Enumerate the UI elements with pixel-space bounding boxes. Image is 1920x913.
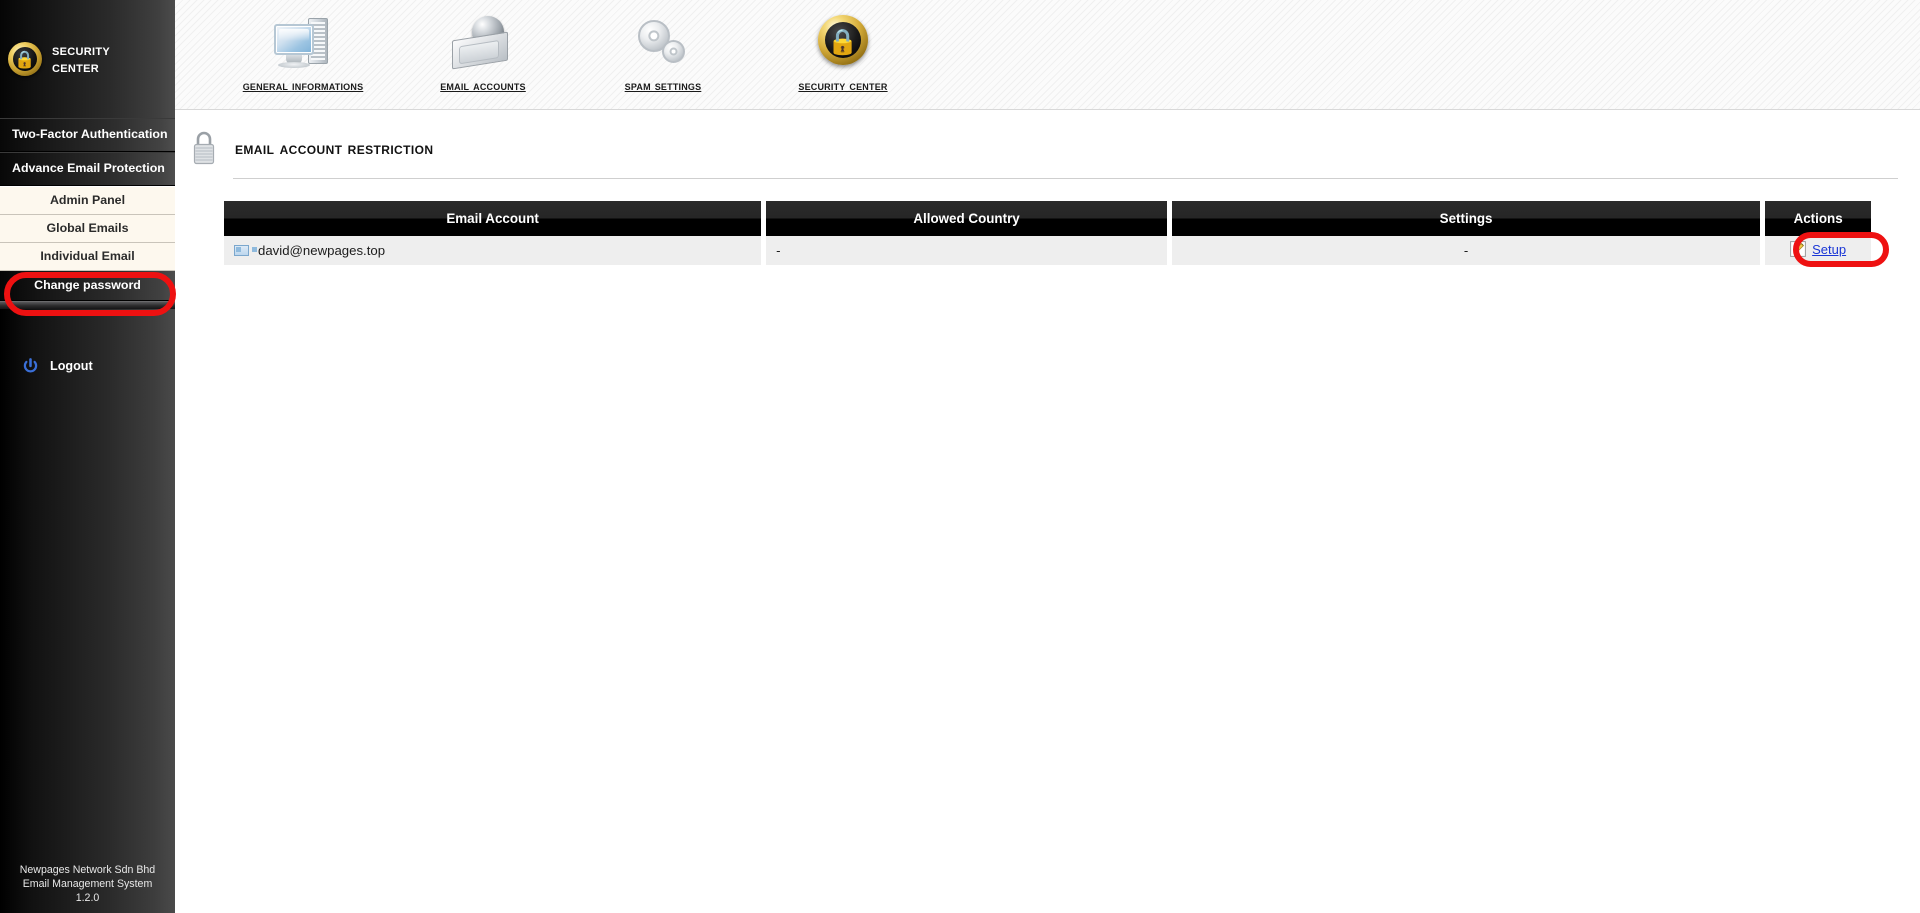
gold-lock-badge-icon: 🔒 [8, 42, 42, 76]
cell-actions: Setup [1765, 236, 1871, 265]
email-restriction-table: Email Account Allowed Country Settings A… [219, 201, 1876, 265]
sidebar-item-advance-email-protection[interactable]: Advance Email Protection [0, 152, 175, 186]
sidebar-item-label: Admin Panel [49, 193, 126, 207]
brand-title-line2: Center [52, 59, 100, 76]
gold-lock-badge-icon: 🔒 [815, 10, 871, 70]
table-head: Email Account Allowed Country Settings A… [224, 201, 1871, 236]
sidebar-item-change-password[interactable]: Change password [0, 271, 175, 301]
tab-label: Security Center [798, 78, 888, 93]
tab-email-accounts[interactable]: Email Accounts [393, 6, 573, 93]
top-navigation: General Informations Email Accounts [175, 0, 1920, 110]
padlock-icon [189, 128, 219, 168]
sidebar-menu-end-cap [0, 301, 175, 309]
power-icon [22, 357, 39, 375]
envelope-sphere-icon [448, 10, 518, 70]
app-root: 🔒 Security Center Two-Factor Authenticat… [0, 0, 1920, 913]
tab-spam-settings[interactable]: Spam Settings [573, 6, 753, 93]
table-body: david@newpages.top - - Setup [224, 236, 1871, 265]
setup-link[interactable]: Setup [1812, 242, 1846, 257]
computer-monitor-icon [272, 10, 334, 70]
tab-label: Email Accounts [440, 78, 526, 93]
sidebar-item-label: Change password [34, 278, 141, 292]
tab-label: General Informations [242, 78, 364, 93]
sidebar: 🔒 Security Center Two-Factor Authenticat… [0, 0, 175, 913]
pencil-edit-icon [1790, 241, 1807, 257]
brand-title-line1: Security [52, 42, 111, 59]
restriction-table-container: Email Account Allowed Country Settings A… [175, 179, 1920, 265]
sidebar-item-global-emails[interactable]: Global Emails [0, 215, 175, 243]
sidebar-item-label: Global Emails [46, 221, 129, 235]
tab-security-center[interactable]: 🔒 Security Center [753, 6, 933, 93]
sidebar-item-label: Two-Factor Authentication [12, 127, 168, 141]
lock-glyph-icon: 🔒 [827, 27, 859, 56]
tab-general-informations[interactable]: General Informations [213, 6, 393, 93]
sidebar-item-individual-email[interactable]: Individual Email [0, 243, 175, 271]
sidebar-item-two-factor-authentication[interactable]: Two-Factor Authentication [0, 118, 175, 152]
mail-envelope-icon [234, 245, 257, 256]
logout-button[interactable]: Logout [0, 352, 175, 380]
table-header-row: Email Account Allowed Country Settings A… [224, 201, 1871, 236]
email-address-text: david@newpages.top [258, 243, 386, 258]
footer-company: Newpages Network Sdn Bhd [19, 864, 156, 876]
gears-icon [632, 10, 694, 70]
logout-label: Logout [50, 359, 93, 373]
setup-action[interactable]: Setup [1790, 241, 1846, 257]
lock-glyph-icon: 🔒 [14, 49, 36, 69]
cell-allowed-country: - [766, 236, 1167, 265]
table-row: david@newpages.top - - Setup [224, 236, 1871, 265]
column-header-settings: Settings [1171, 201, 1761, 236]
sidebar-item-label: Individual Email [40, 249, 135, 263]
cell-email-account: david@newpages.top [224, 236, 762, 265]
footer-version: 1.2.0 [75, 892, 100, 904]
sidebar-item-label: Advance Email Protection [12, 161, 165, 175]
cell-settings: - [1171, 236, 1761, 265]
page-header: Email Account Restriction [175, 110, 1920, 168]
page-title: Email Account Restriction [235, 137, 434, 158]
sidebar-footer: Newpages Network Sdn Bhd Email Managemen… [0, 863, 175, 905]
sidebar-item-admin-panel[interactable]: Admin Panel [0, 186, 175, 215]
column-header-actions: Actions [1765, 201, 1871, 236]
footer-product: Email Management System [22, 878, 153, 890]
column-header-allowed-country: Allowed Country [766, 201, 1167, 236]
main-content: General Informations Email Accounts [175, 0, 1920, 913]
column-header-email-account: Email Account [224, 201, 762, 236]
brand-title: Security Center [52, 42, 110, 76]
sidebar-menu: Two-Factor Authentication Advance Email … [0, 118, 175, 309]
tab-label: Spam Settings [624, 78, 702, 93]
brand-header: 🔒 Security Center [0, 0, 175, 118]
